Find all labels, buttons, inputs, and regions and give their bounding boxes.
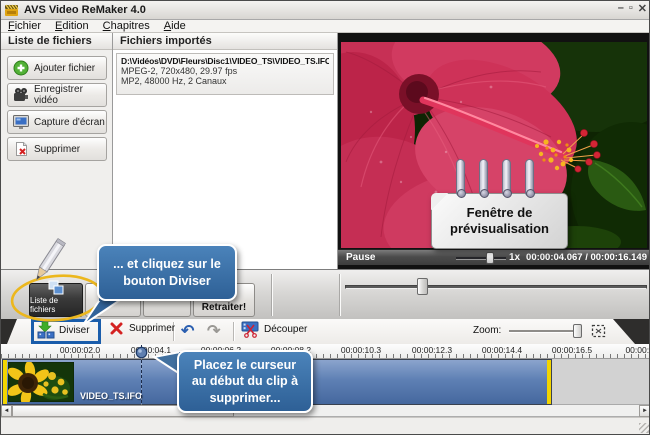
file-list-panel-title: Liste de fichiers [1, 33, 112, 50]
status-strip [1, 417, 649, 434]
zoom-label: Zoom: [473, 325, 502, 336]
file-list-tab-icon [48, 280, 64, 295]
speed-slider-handle[interactable] [486, 252, 494, 264]
speed-slider[interactable] [456, 257, 506, 260]
clip-label: VIDEO_TS.IFO [80, 391, 143, 401]
record-video-label: Enregistrer vidéo [34, 84, 83, 106]
clip-start-marker[interactable] [3, 360, 7, 404]
zoom-slider-handle[interactable] [573, 324, 582, 338]
close-button[interactable]: ✕ [638, 2, 647, 15]
imported-files-title: Fichiers importés [113, 33, 337, 50]
trim-icon [241, 321, 259, 338]
scroll-right-button[interactable]: ► [639, 405, 649, 417]
preview-note: Fenêtre de prévisualisation [431, 193, 568, 249]
timeline-ruler[interactable]: 00:00:02.0 00:00:04.1 00:00:06.2 00:00:0… [1, 344, 649, 359]
screen-capture-button[interactable]: Capture d'écran [7, 110, 107, 134]
title-bar[interactable]: AVS Video ReMaker 4.0 – ▫ ✕ [1, 1, 649, 20]
screen-capture-icon [13, 114, 29, 130]
callout-place-cursor: Placez le curseur au début du clip à sup… [177, 350, 313, 413]
add-file-icon [13, 60, 29, 76]
record-video-button[interactable]: Enregistrer vidéo [7, 83, 107, 107]
timecode: 00:00:04.067 / 00:00:16.149 [526, 252, 647, 263]
record-video-icon [13, 87, 29, 103]
callout-click-divide-tail [82, 298, 125, 326]
callout-click-divide-text: ... et cliquez sur le bouton Diviser [113, 257, 221, 288]
playback-status: Pause [346, 252, 376, 263]
divide-label: Diviser [59, 324, 90, 336]
menu-fichier[interactable]: Fichier [8, 20, 41, 32]
delete-file-label: Supprimer [34, 143, 81, 155]
redo-button[interactable]: ↷ [207, 321, 220, 341]
menu-bar: Fichier Edition Chapitres Aide [1, 20, 649, 33]
minimize-button[interactable]: – [618, 2, 624, 15]
zoom-slider[interactable] [509, 330, 581, 333]
zoom-fit-icon[interactable] [591, 324, 606, 338]
speed-value: 1x [509, 252, 521, 263]
delete-clip-label: Supprimer [129, 323, 176, 334]
trim-button[interactable]: Découper [241, 321, 307, 338]
reprocess-label: Retraiter! [201, 302, 247, 313]
toolbar-separator [233, 322, 235, 341]
divider [271, 274, 273, 316]
undo-button[interactable]: ↶ [181, 321, 194, 341]
app-window: AVS Video ReMaker 4.0 – ▫ ✕ Fichier Edit… [0, 0, 650, 435]
playback-status-bar: Pause 1x 00:00:04.067 / 00:00:16.149 [338, 249, 649, 265]
file-list-panel: Liste de fichiers Ajouter fichier Enregi… [1, 33, 113, 269]
ruler-ticks [1, 354, 649, 358]
callout-click-divide: ... et cliquez sur le bouton Diviser [97, 244, 237, 301]
clip-end-marker[interactable] [547, 360, 551, 404]
delete-file-button[interactable]: Supprimer [7, 137, 107, 161]
window-title: AVS Video ReMaker 4.0 [24, 4, 146, 16]
note-fold-corner [431, 193, 448, 210]
preview-note-text: Fenêtre de prévisualisation [450, 204, 549, 236]
divide-icon [37, 321, 55, 339]
file-video-info: MPEG-2, 720x480, 29.97 fps [121, 66, 238, 76]
seek-handle[interactable] [417, 278, 428, 295]
trim-label: Découper [264, 324, 308, 335]
file-audio-info: MP2, 48000 Hz, 2 Canaux [121, 76, 227, 86]
clip-thumbnail [8, 362, 74, 402]
file-list-tab-label: Liste de fichiers [30, 296, 59, 314]
maximize-button[interactable]: ▫ [629, 2, 633, 15]
imported-files-panel: Fichiers importés D:\Vidéos\DVD\Fleurs\D… [113, 33, 338, 269]
menu-chapitres[interactable]: Chapitres [103, 20, 150, 32]
callout-place-cursor-text: Placez le curseur au début du clip à sup… [191, 358, 299, 405]
preview-panel: Fenêtre de prévisualisation Pause 1x 00:… [338, 33, 649, 269]
resize-grip[interactable] [639, 423, 649, 433]
app-logo-icon [5, 4, 19, 17]
add-file-button[interactable]: Ajouter fichier [7, 56, 107, 80]
delete-file-icon [13, 141, 29, 157]
add-file-label: Ajouter fichier [34, 62, 96, 74]
screen-capture-label: Capture d'écran [34, 116, 105, 128]
menu-aide[interactable]: Aide [164, 20, 186, 32]
timeline-cursor-pin[interactable] [135, 346, 148, 359]
timeline-track[interactable]: VIDEO_TS.IFO [1, 359, 649, 405]
file-entry-row[interactable]: D:\Vidéos\DVD\Fleurs\Disc1\VIDEO_TS\VIDE… [116, 53, 334, 95]
file-path: D:\Vidéos\DVD\Fleurs\Disc1\VIDEO_TS\VIDE… [121, 56, 329, 66]
file-list-tab[interactable]: Liste de fichiers [29, 280, 83, 317]
menu-edition[interactable]: Edition [55, 20, 89, 32]
divider [339, 274, 341, 316]
scroll-left-button[interactable]: ◄ [1, 405, 12, 417]
seek-bar[interactable] [345, 285, 647, 289]
timeline-scrollbar[interactable]: ◄ ► [1, 405, 649, 417]
